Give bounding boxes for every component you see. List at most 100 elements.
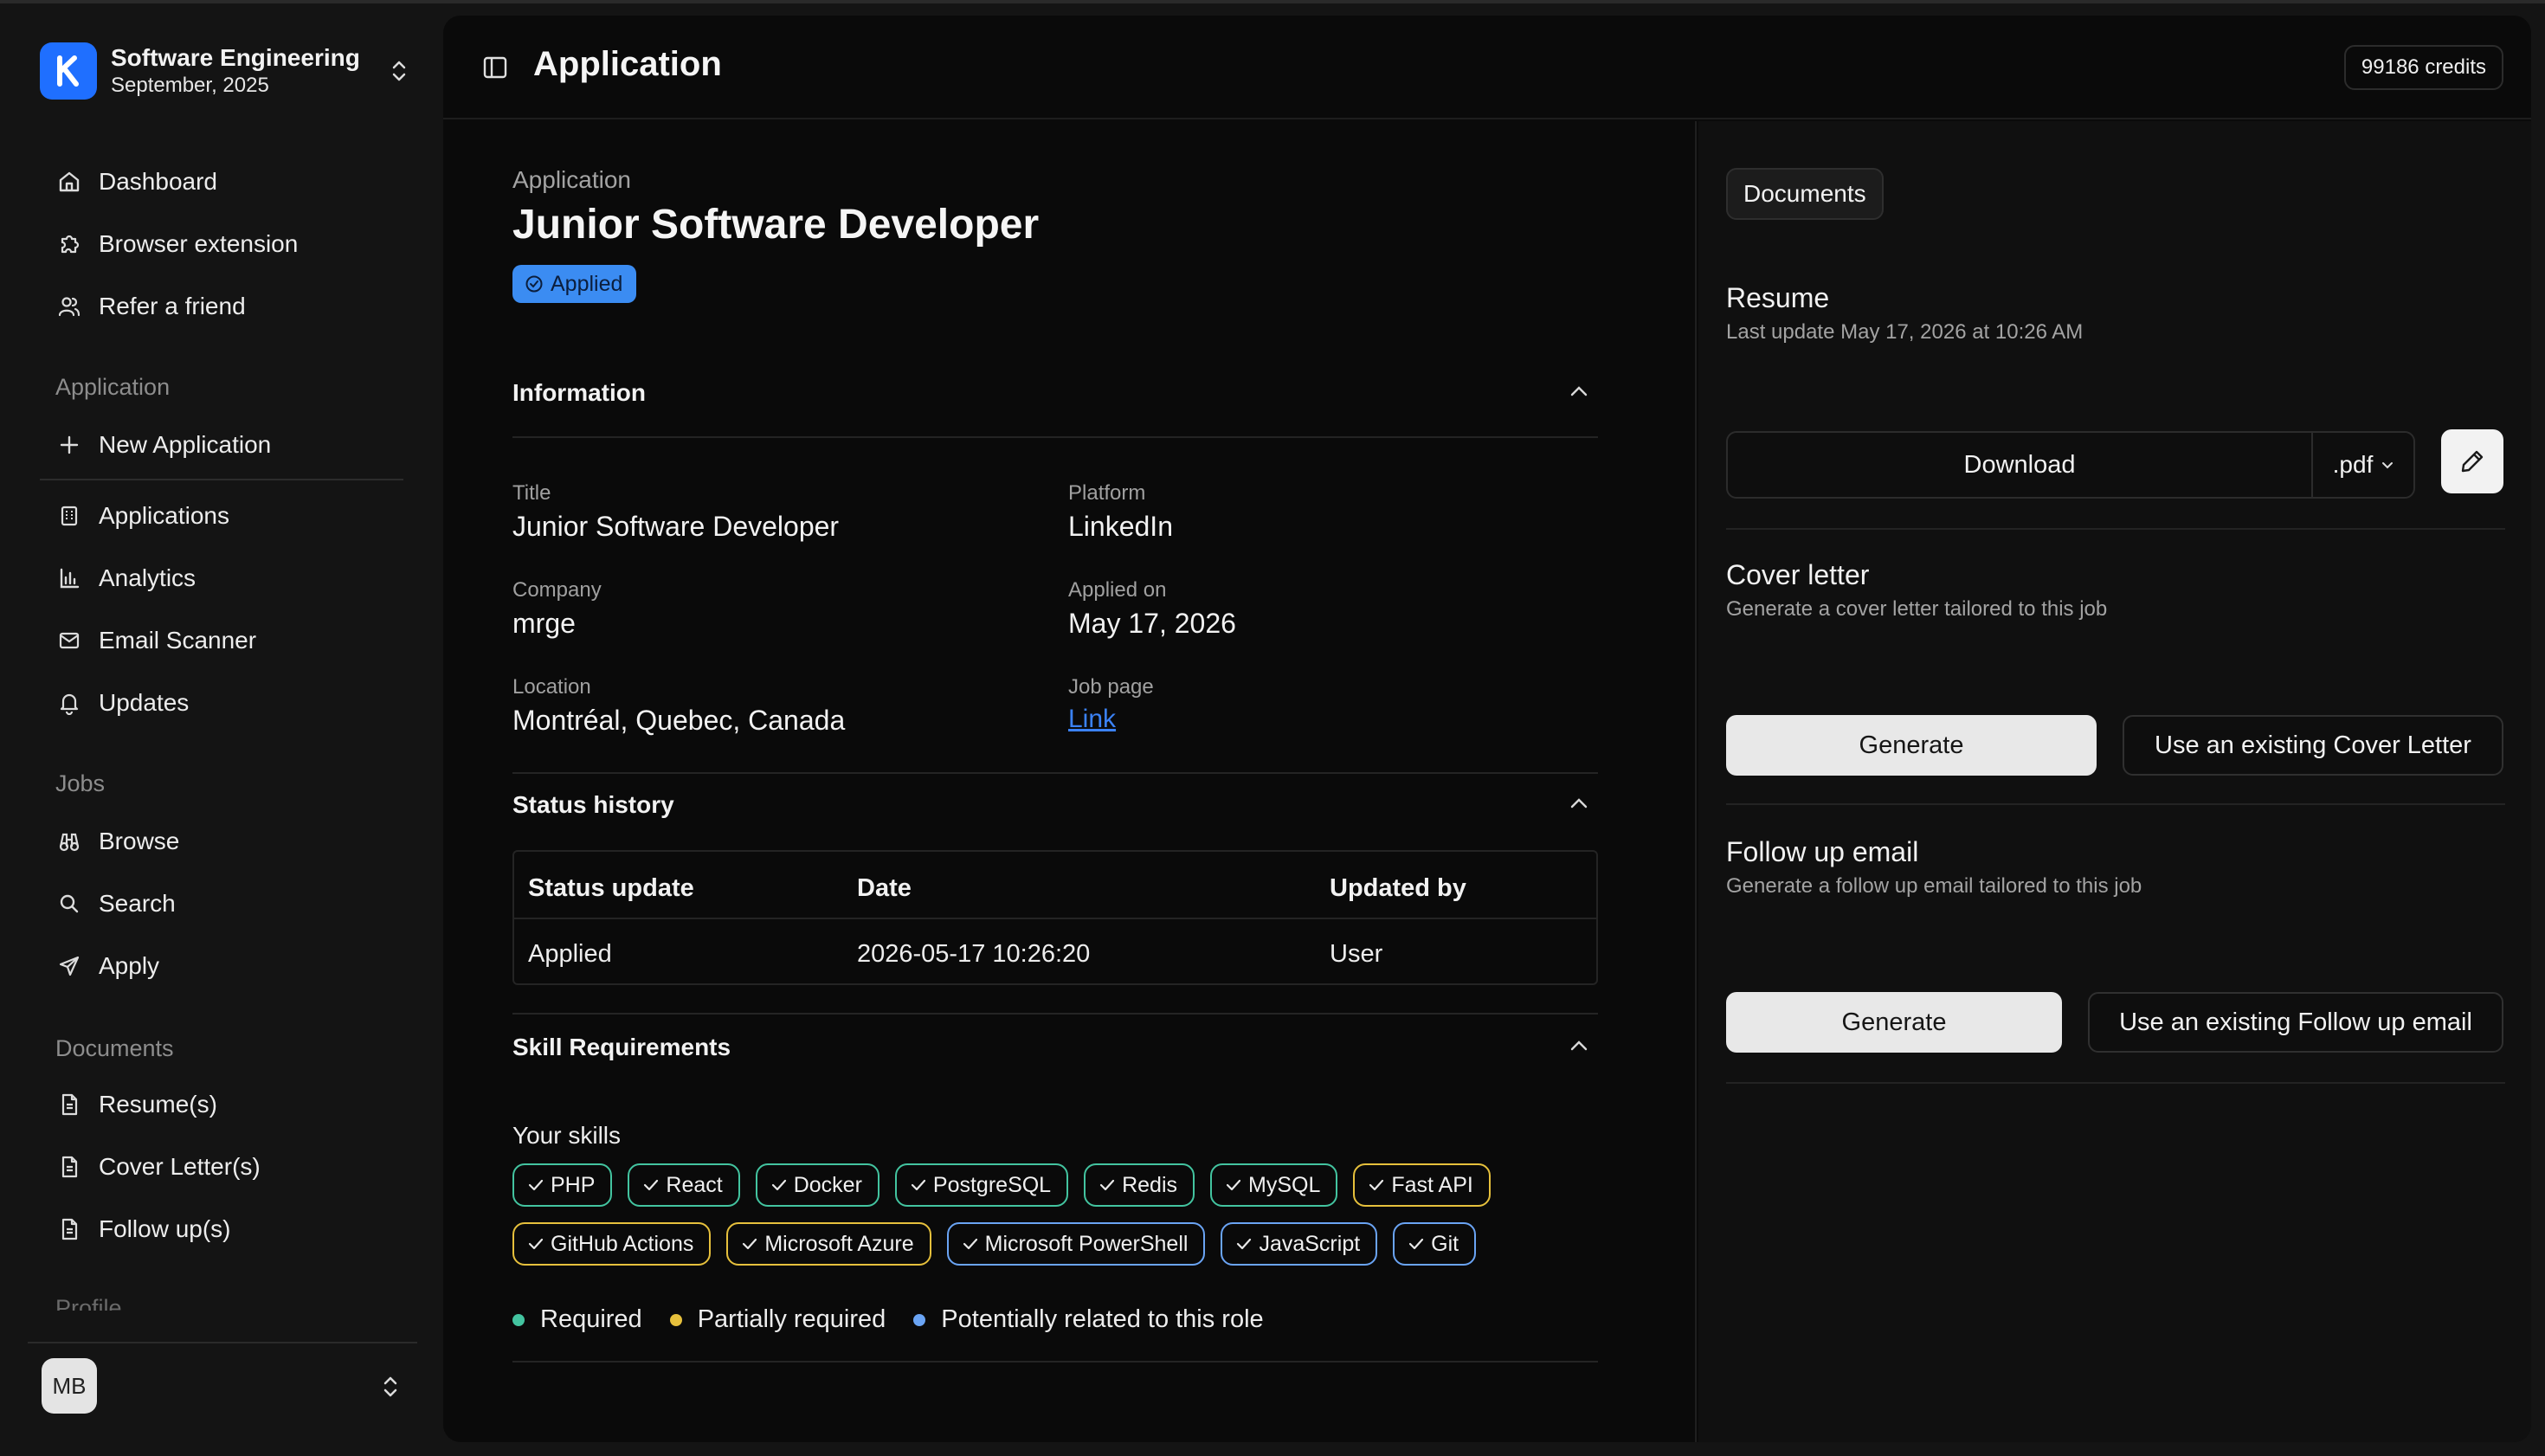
field-label-job-page: Job page	[1068, 675, 1154, 699]
users-icon	[52, 289, 87, 324]
skill-chip-label: Docker	[793, 1172, 862, 1197]
sidebar-item-new-application[interactable]: New Application	[40, 419, 403, 471]
divider	[512, 1361, 1598, 1363]
check-icon	[528, 1238, 544, 1250]
sidebar-item-label: New Application	[99, 431, 272, 458]
divider	[512, 772, 1598, 774]
send-icon	[52, 949, 87, 983]
table-cell-date: 2026-05-17 10:26:20	[857, 940, 1091, 968]
nav-group-jobs: Jobs	[55, 770, 106, 796]
sidebar-item-apply[interactable]: Apply	[40, 940, 403, 992]
resume-title: Resume	[1726, 282, 1830, 313]
download-button[interactable]: Download	[1728, 433, 2311, 497]
table-cell-updated-by: User	[1330, 940, 1383, 968]
section-title-skill-requirements[interactable]: Skill Requirements	[512, 1034, 731, 1061]
credits-badge[interactable]: 99186 credits	[2343, 45, 2503, 90]
divider	[1726, 1082, 2505, 1084]
skill-chip-label: GitHub Actions	[551, 1231, 694, 1256]
app-logo-icon	[40, 42, 97, 100]
sidebar-item-cover-letters[interactable]: Cover Letter(s)	[40, 1141, 403, 1193]
sidebar-item-dashboard[interactable]: Dashboard	[40, 156, 403, 208]
sidebar-item-label: Cover Letter(s)	[99, 1153, 261, 1180]
sidebar-item-browser-extension[interactable]: Browser extension	[40, 218, 403, 270]
legend-dot	[913, 1313, 926, 1326]
check-icon	[528, 1179, 544, 1191]
section-title-information[interactable]: Information	[512, 379, 646, 407]
check-icon	[1099, 1179, 1115, 1191]
skill-chip-label: Microsoft Azure	[764, 1231, 914, 1256]
legend-label: Partially required	[697, 1305, 886, 1333]
column-header: Updated by	[1330, 874, 1466, 902]
skill-chip-label: Git	[1431, 1231, 1459, 1256]
use-existing-follow-up-button[interactable]: Use an existing Follow up email	[2088, 992, 2503, 1053]
chevron-down-icon	[2382, 462, 2394, 469]
chevron-up-icon[interactable]	[1567, 791, 1591, 815]
workspace-name: Software Engineering	[111, 44, 360, 71]
user-menu[interactable]: MB	[28, 1342, 417, 1428]
generate-follow-up-button[interactable]: Generate	[1726, 992, 2062, 1053]
sidebar-item-label: Applications	[99, 502, 229, 529]
sidebar-item-label: Email Scanner	[99, 627, 257, 654]
table-cell-status: Applied	[528, 940, 612, 968]
sidebar-item-refer-a-friend[interactable]: Refer a friend	[40, 280, 403, 332]
binoculars-icon	[52, 824, 87, 859]
chevron-up-icon[interactable]	[1567, 379, 1591, 403]
sidebar-toggle-icon[interactable]	[478, 50, 512, 85]
skill-chip-label: PHP	[551, 1172, 596, 1197]
format-select[interactable]: .pdf	[2313, 433, 2413, 497]
divider	[1726, 803, 2505, 805]
sidebar-item-search[interactable]: Search	[40, 878, 403, 930]
bar-chart-icon	[52, 561, 87, 596]
sidebar-item-applications[interactable]: Applications	[40, 490, 403, 542]
file-icon	[52, 1212, 87, 1247]
legend-dot	[512, 1313, 525, 1326]
puzzle-icon	[52, 227, 87, 261]
check-icon	[911, 1179, 926, 1191]
generate-cover-letter-button[interactable]: Generate	[1726, 715, 2097, 776]
check-icon	[963, 1238, 977, 1250]
sidebar-item-label: Browser extension	[99, 230, 299, 257]
skill-chip: React	[628, 1163, 740, 1207]
home-icon	[52, 164, 87, 199]
legend-item-partial: Partially required	[669, 1305, 886, 1334]
search-icon	[52, 886, 87, 921]
sidebar-item-label: Refer a friend	[99, 293, 246, 319]
skill-row: PHP React Docker PostgreSQL Redis MySQL Fast A…	[512, 1163, 1598, 1207]
tab-documents[interactable]: Documents	[1726, 168, 1884, 220]
skill-chip-label: MySQL	[1248, 1172, 1321, 1197]
edit-resume-button[interactable]	[2441, 429, 2503, 493]
sidebar-item-resumes[interactable]: Resume(s)	[40, 1079, 403, 1131]
chevron-up-icon[interactable]	[1567, 1034, 1591, 1058]
building-icon	[52, 499, 87, 533]
plus-icon	[52, 428, 87, 462]
table-row-divider	[514, 918, 1596, 919]
sidebar-item-browse[interactable]: Browse	[40, 815, 403, 867]
skill-chip: Fast API	[1353, 1163, 1491, 1207]
sidebar-item-email-scanner[interactable]: Email Scanner	[40, 615, 403, 667]
legend-label: Required	[540, 1305, 642, 1333]
cover-letter-title: Cover letter	[1726, 559, 1870, 590]
skill-chip-label: Redis	[1122, 1172, 1178, 1197]
field-label-company: Company	[512, 578, 602, 602]
sidebar-item-analytics[interactable]: Analytics	[40, 552, 403, 604]
mail-icon	[52, 623, 87, 658]
skill-chips: PHP React Docker PostgreSQL Redis MySQL Fast A…	[512, 1163, 1598, 1281]
status-badge: Applied	[512, 265, 637, 303]
legend-dot	[669, 1313, 682, 1326]
skill-chip-label: JavaScript	[1259, 1231, 1361, 1256]
workspace-switcher[interactable]: Software Engineering September, 2025	[40, 40, 412, 102]
skill-chip: PHP	[512, 1163, 613, 1207]
divider	[1726, 528, 2505, 530]
sidebar-item-follow-ups[interactable]: Follow up(s)	[40, 1203, 403, 1255]
use-existing-cover-letter-button[interactable]: Use an existing Cover Letter	[2123, 715, 2503, 776]
cover-letter-subtitle: Generate a cover letter tailored to this…	[1726, 597, 2108, 621]
sidebar-item-updates[interactable]: Updates	[40, 677, 403, 729]
field-label-title: Title	[512, 481, 551, 505]
divider	[512, 436, 1598, 438]
check-circle-icon	[525, 275, 543, 293]
job-page-link[interactable]: Link	[1068, 705, 1116, 734]
status-history-table: Status update Date Updated by Applied 20…	[512, 850, 1598, 985]
column-header: Date	[857, 874, 912, 902]
section-title-status-history[interactable]: Status history	[512, 791, 674, 819]
field-value-applied-on: May 17, 2026	[1068, 608, 1236, 639]
